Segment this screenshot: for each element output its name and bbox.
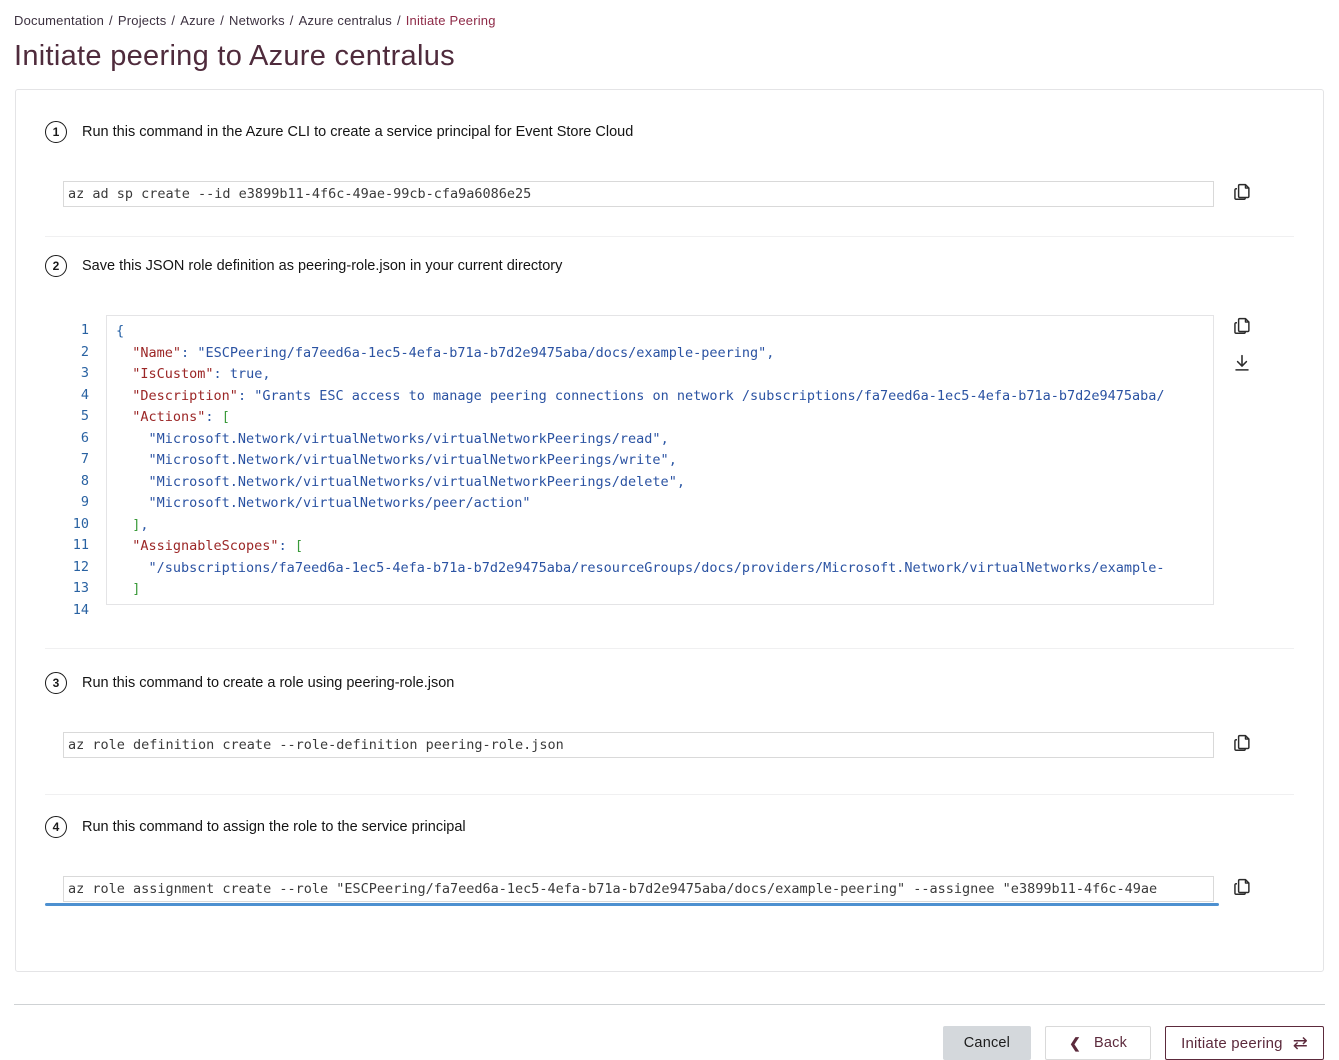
step-2-header: 2 Save this JSON role definition as peer… [45,255,1294,277]
breadcrumb-link[interactable]: Azure centralus [299,13,392,28]
chevron-left-icon: ❮ [1069,1035,1081,1052]
cancel-button[interactable]: Cancel [943,1026,1031,1060]
step-3-instruction: Run this command to create a role using … [82,675,454,691]
copy-icon[interactable] [1231,732,1253,754]
step-1: 1 Run this command in the Azure CLI to c… [45,104,1294,237]
step-1-header: 1 Run this command in the Azure CLI to c… [45,121,1294,143]
footer-actions: Cancel ❮ Back Initiate peering ⇄ [0,1026,1324,1060]
initiate-peering-button[interactable]: Initiate peering ⇄ [1165,1026,1324,1060]
json-line-numbers: 1234567891011121314 [63,315,89,621]
step-1-command-field[interactable]: az ad sp create --id e3899b11-4f6c-49ae-… [63,181,1214,207]
page-title: Initiate peering to Azure centralus [14,40,1339,73]
step-4-command-row: az role assignment create --role "ESCPee… [45,876,1294,902]
copy-icon[interactable] [1231,315,1253,337]
download-icon[interactable] [1231,352,1253,374]
horizontal-scrollbar[interactable] [45,903,1219,906]
step-3-header: 3 Run this command to create a role usin… [45,672,1294,694]
step-1-instruction: Run this command in the Azure CLI to cre… [82,124,633,140]
back-button-label: Back [1094,1035,1127,1051]
breadcrumb-separator: / [171,13,175,28]
breadcrumb-link[interactable]: Documentation [14,13,104,28]
step-4-command-field[interactable]: az role assignment create --role "ESCPee… [63,876,1214,902]
breadcrumb-current: Initiate Peering [406,13,496,28]
initiate-peering-label: Initiate peering [1181,1035,1283,1052]
step-2: 2 Save this JSON role definition as peer… [45,237,1294,649]
json-editor: 1234567891011121314 { "Name": "ESCPeerin… [63,315,1214,621]
breadcrumb-separator: / [290,13,294,28]
step-4-header: 4 Run this command to assign the role to… [45,816,1294,838]
step-3-command-field[interactable]: az role definition create --role-definit… [63,732,1214,758]
breadcrumb-separator: / [220,13,224,28]
step-2-number-badge: 2 [45,255,67,277]
footer-divider [14,1004,1325,1005]
json-code-area[interactable]: { "Name": "ESCPeering/fa7eed6a-1ec5-4efa… [106,315,1214,605]
breadcrumb: Documentation / Projects / Azure / Networks / Az… [0,0,1339,28]
copy-icon[interactable] [1231,181,1253,203]
breadcrumb-link[interactable]: Networks [229,13,285,28]
breadcrumb-link[interactable]: Azure [180,13,215,28]
step-3-command-row: az role definition create --role-definit… [45,732,1294,758]
step-3: 3 Run this command to create a role usin… [45,649,1294,795]
wizard-card: 1 Run this command in the Azure CLI to c… [15,89,1324,972]
step-4-instruction: Run this command to assign the role to t… [82,819,466,835]
copy-icon[interactable] [1231,876,1253,898]
transfer-arrows-icon: ⇄ [1293,1034,1308,1052]
breadcrumb-separator: / [109,13,113,28]
step-3-number-badge: 3 [45,672,67,694]
step-2-instruction: Save this JSON role definition as peerin… [82,258,562,274]
step-1-number-badge: 1 [45,121,67,143]
step-4: 4 Run this command to assign the role to… [45,795,1294,951]
json-editor-actions [1231,315,1253,374]
json-editor-row: 1234567891011121314 { "Name": "ESCPeerin… [45,315,1294,621]
breadcrumb-separator: / [397,13,401,28]
step-4-number-badge: 4 [45,816,67,838]
back-button[interactable]: ❮ Back [1045,1026,1151,1060]
step-1-command-row: az ad sp create --id e3899b11-4f6c-49ae-… [45,181,1294,207]
breadcrumb-link[interactable]: Projects [118,13,167,28]
